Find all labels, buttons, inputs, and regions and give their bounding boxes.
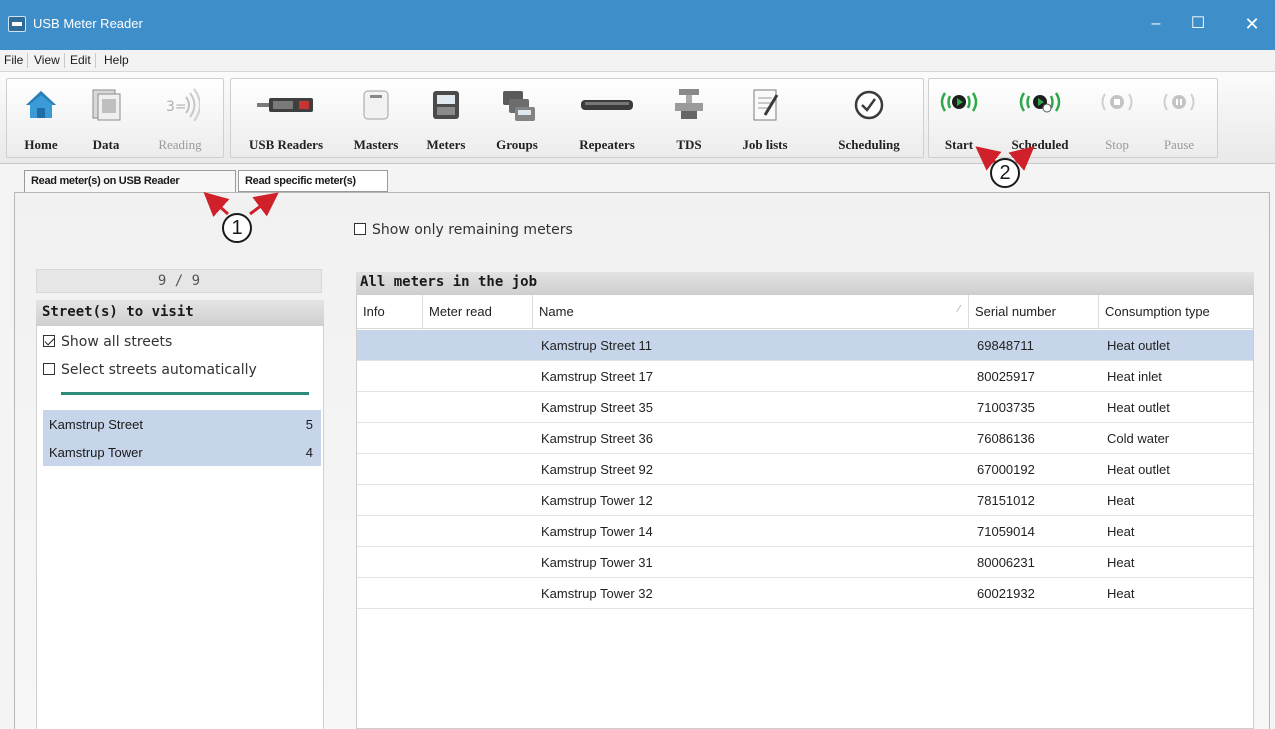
cell-serial-number: 80006231 — [977, 555, 1035, 570]
show-all-streets-checkbox[interactable]: Show all streets — [43, 334, 172, 350]
street-name: Kamstrup Tower — [49, 445, 143, 460]
sort-icon: ⁄ — [958, 304, 960, 315]
cell-serial-number: 71003735 — [977, 400, 1035, 415]
cell-name: Kamstrup Street 36 — [541, 431, 653, 446]
show-all-streets-label: Show all streets — [61, 334, 173, 350]
cell-name: Kamstrup Tower 14 — [541, 524, 653, 539]
cell-serial-number: 71059014 — [977, 524, 1035, 539]
column-header-meter-read[interactable]: Meter read — [423, 295, 533, 329]
street-name: Kamstrup Street — [49, 417, 143, 432]
cell-consumption-type: Heat outlet — [1107, 462, 1170, 477]
meter-counter: 9 / 9 — [36, 269, 322, 293]
divider — [61, 392, 309, 395]
cell-serial-number: 80025917 — [977, 369, 1035, 384]
select-streets-auto-label: Select streets automatically — [61, 362, 257, 378]
streets-box: Show all streets Select streets automati… — [36, 326, 324, 729]
column-header-name[interactable]: Name ⁄ — [533, 295, 969, 329]
table-header: Info Meter read Name ⁄ Serial number Con… — [357, 295, 1253, 329]
cell-serial-number: 67000192 — [977, 462, 1035, 477]
table-row[interactable]: Kamstrup Street 35 71003735 Heat outlet — [357, 392, 1253, 423]
column-header-info[interactable]: Info — [357, 295, 423, 329]
select-streets-auto-checkbox[interactable]: Select streets automatically — [43, 362, 257, 378]
cell-name: Kamstrup Street 17 — [541, 369, 653, 384]
checkbox-checked-icon — [43, 335, 55, 347]
cell-name: Kamstrup Tower 12 — [541, 493, 653, 508]
cell-name: Kamstrup Tower 31 — [541, 555, 653, 570]
table-row[interactable]: Kamstrup Street 36 76086136 Cold water — [357, 423, 1253, 454]
table-row[interactable]: Kamstrup Tower 14 71059014 Heat — [357, 516, 1253, 547]
cell-serial-number: 78151012 — [977, 493, 1035, 508]
cell-consumption-type: Heat inlet — [1107, 369, 1162, 384]
table-row[interactable]: Kamstrup Street 92 67000192 Heat outlet — [357, 454, 1253, 485]
show-remaining-label: Show only remaining meters — [372, 222, 573, 238]
cell-name: Kamstrup Street 11 — [541, 338, 653, 353]
cell-consumption-type: Heat — [1107, 493, 1135, 508]
street-count: 5 — [305, 417, 313, 432]
checkbox-unchecked-icon — [43, 363, 55, 375]
show-remaining-checkbox[interactable]: Show only remaining meters — [354, 222, 573, 238]
meters-table: Info Meter read Name ⁄ Serial number Con… — [356, 294, 1254, 729]
grid-title: All meters in the job — [356, 272, 1254, 294]
cell-name: Kamstrup Tower 32 — [541, 586, 653, 601]
cell-consumption-type: Heat — [1107, 555, 1135, 570]
streets-header: Street(s) to visit — [36, 300, 324, 326]
column-header-consumption[interactable]: Consumption type — [1099, 295, 1253, 329]
street-item[interactable]: Kamstrup Tower 4 — [43, 438, 321, 466]
cell-name: Kamstrup Street 92 — [541, 462, 653, 477]
left-panel: 9 / 9 Street(s) to visit Show all street… — [14, 192, 334, 729]
street-count: 4 — [305, 445, 313, 460]
table-row[interactable]: Kamstrup Tower 31 80006231 Heat — [357, 547, 1253, 578]
cell-consumption-type: Heat — [1107, 524, 1135, 539]
table-row[interactable]: Kamstrup Street 17 80025917 Heat inlet — [357, 361, 1253, 392]
checkbox-unchecked-icon — [354, 223, 366, 235]
cell-serial-number: 69848711 — [977, 338, 1034, 353]
cell-name: Kamstrup Street 35 — [541, 400, 653, 415]
table-row[interactable]: Kamstrup Tower 32 60021932 Heat — [357, 578, 1253, 609]
table-row[interactable]: Kamstrup Tower 12 78151012 Heat — [357, 485, 1253, 516]
cell-serial-number: 76086136 — [977, 431, 1035, 446]
cell-consumption-type: Cold water — [1107, 431, 1170, 446]
cell-consumption-type: Heat outlet — [1107, 400, 1170, 415]
column-header-name-label: Name — [539, 304, 574, 319]
callout-2: 2 — [990, 158, 1020, 188]
cell-serial-number: 60021932 — [977, 586, 1035, 601]
cell-consumption-type: Heat outlet — [1107, 338, 1170, 353]
street-item[interactable]: Kamstrup Street 5 — [43, 410, 321, 438]
cell-consumption-type: Heat — [1107, 586, 1135, 601]
table-row[interactable]: Kamstrup Street 11 69848711 Heat outlet — [357, 330, 1253, 361]
column-header-serial[interactable]: Serial number — [969, 295, 1099, 329]
